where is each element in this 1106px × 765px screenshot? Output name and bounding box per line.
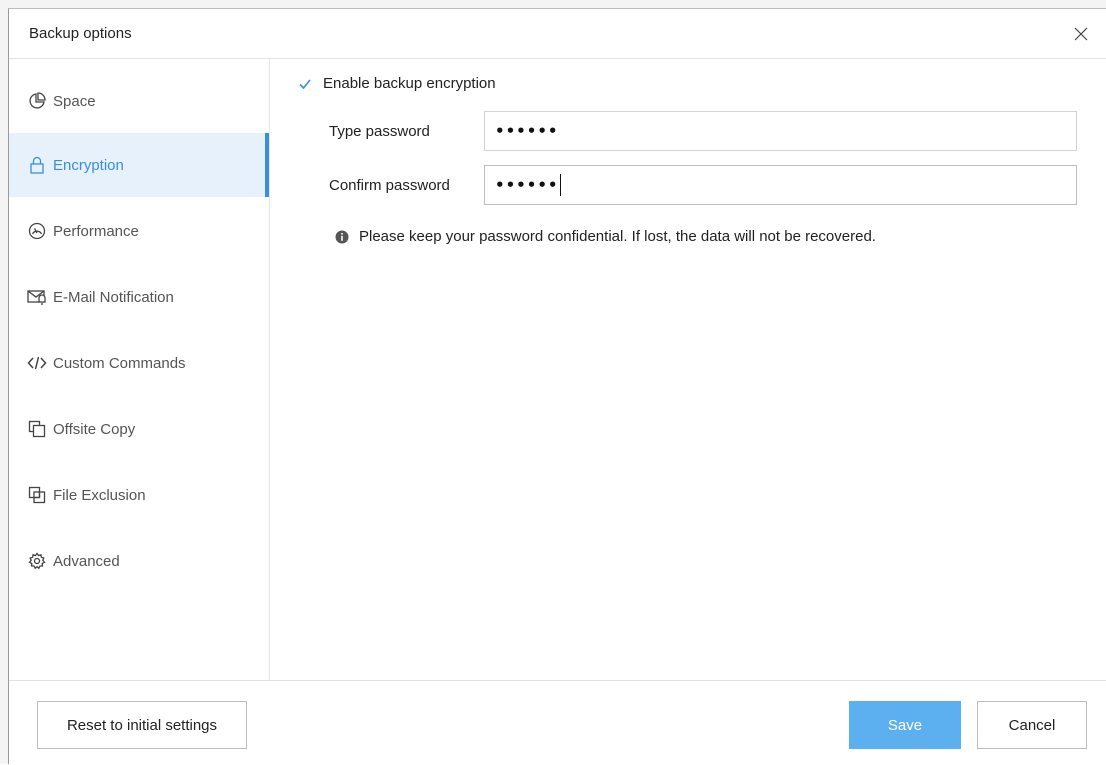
save-button[interactable]: Save: [849, 701, 961, 749]
password-warning: Please keep your password confidential. …: [335, 228, 876, 245]
gear-icon: [27, 551, 47, 571]
sidebar-item-label: Space: [53, 92, 96, 110]
sidebar-item-label: Offsite Copy: [53, 420, 136, 438]
text-caret: [559, 174, 561, 196]
sidebar-item-label: Custom Commands: [53, 354, 186, 372]
lock-icon: [27, 155, 47, 175]
sidebar-item-file-exclusion[interactable]: File Exclusion: [9, 463, 269, 527]
sidebar-item-offsite-copy[interactable]: Offsite Copy: [9, 397, 269, 461]
sidebar-item-label: File Exclusion: [53, 486, 146, 504]
sidebar-item-space[interactable]: Space: [9, 69, 269, 133]
info-icon: [335, 230, 349, 244]
mail-bell-icon: [27, 287, 47, 307]
speedometer-icon: [27, 221, 47, 241]
password-warning-text: Please keep your password confidential. …: [359, 228, 876, 245]
sidebar-item-encryption[interactable]: Encryption: [9, 133, 269, 197]
dialog-titlebar: Backup options: [9, 9, 1106, 59]
sidebar-item-performance[interactable]: Performance: [9, 199, 269, 263]
enable-encryption-checkbox[interactable]: Enable backup encryption: [297, 75, 496, 92]
sidebar-item-label: E-Mail Notification: [53, 288, 174, 306]
exclude-icon: [27, 485, 47, 505]
sidebar-item-advanced[interactable]: Advanced: [9, 529, 269, 593]
confirm-password-label: Confirm password: [329, 177, 450, 194]
reset-settings-button[interactable]: Reset to initial settings: [37, 701, 247, 749]
code-icon: [27, 353, 47, 373]
confirm-password-field[interactable]: ••••••: [484, 165, 1077, 205]
backup-options-dialog: Backup options Space Encryption Performa…: [8, 8, 1106, 764]
type-password-label: Type password: [329, 123, 430, 140]
type-password-field[interactable]: ••••••: [484, 111, 1077, 151]
enable-encryption-label: Enable backup encryption: [323, 75, 496, 92]
dialog-footer: Reset to initial settings Save Cancel: [9, 680, 1106, 765]
checkmark-icon[interactable]: [297, 76, 313, 92]
sidebar-item-label: Advanced: [53, 552, 120, 570]
encryption-panel: Enable backup encryption Type password •…: [270, 59, 1106, 680]
close-icon[interactable]: [1070, 23, 1092, 45]
sidebar-item-custom-commands[interactable]: Custom Commands: [9, 331, 269, 395]
options-sidebar: Space Encryption Performance E-Mail Noti…: [9, 59, 270, 680]
sidebar-item-email-notification[interactable]: E-Mail Notification: [9, 265, 269, 329]
copy-icon: [27, 419, 47, 439]
type-password-value: ••••••: [495, 122, 559, 140]
dialog-title: Backup options: [29, 25, 132, 42]
cancel-button[interactable]: Cancel: [977, 701, 1087, 749]
confirm-password-value: ••••••: [495, 176, 559, 194]
pie-chart-icon: [27, 91, 47, 111]
sidebar-item-label: Performance: [53, 222, 139, 240]
sidebar-item-label: Encryption: [53, 156, 124, 174]
